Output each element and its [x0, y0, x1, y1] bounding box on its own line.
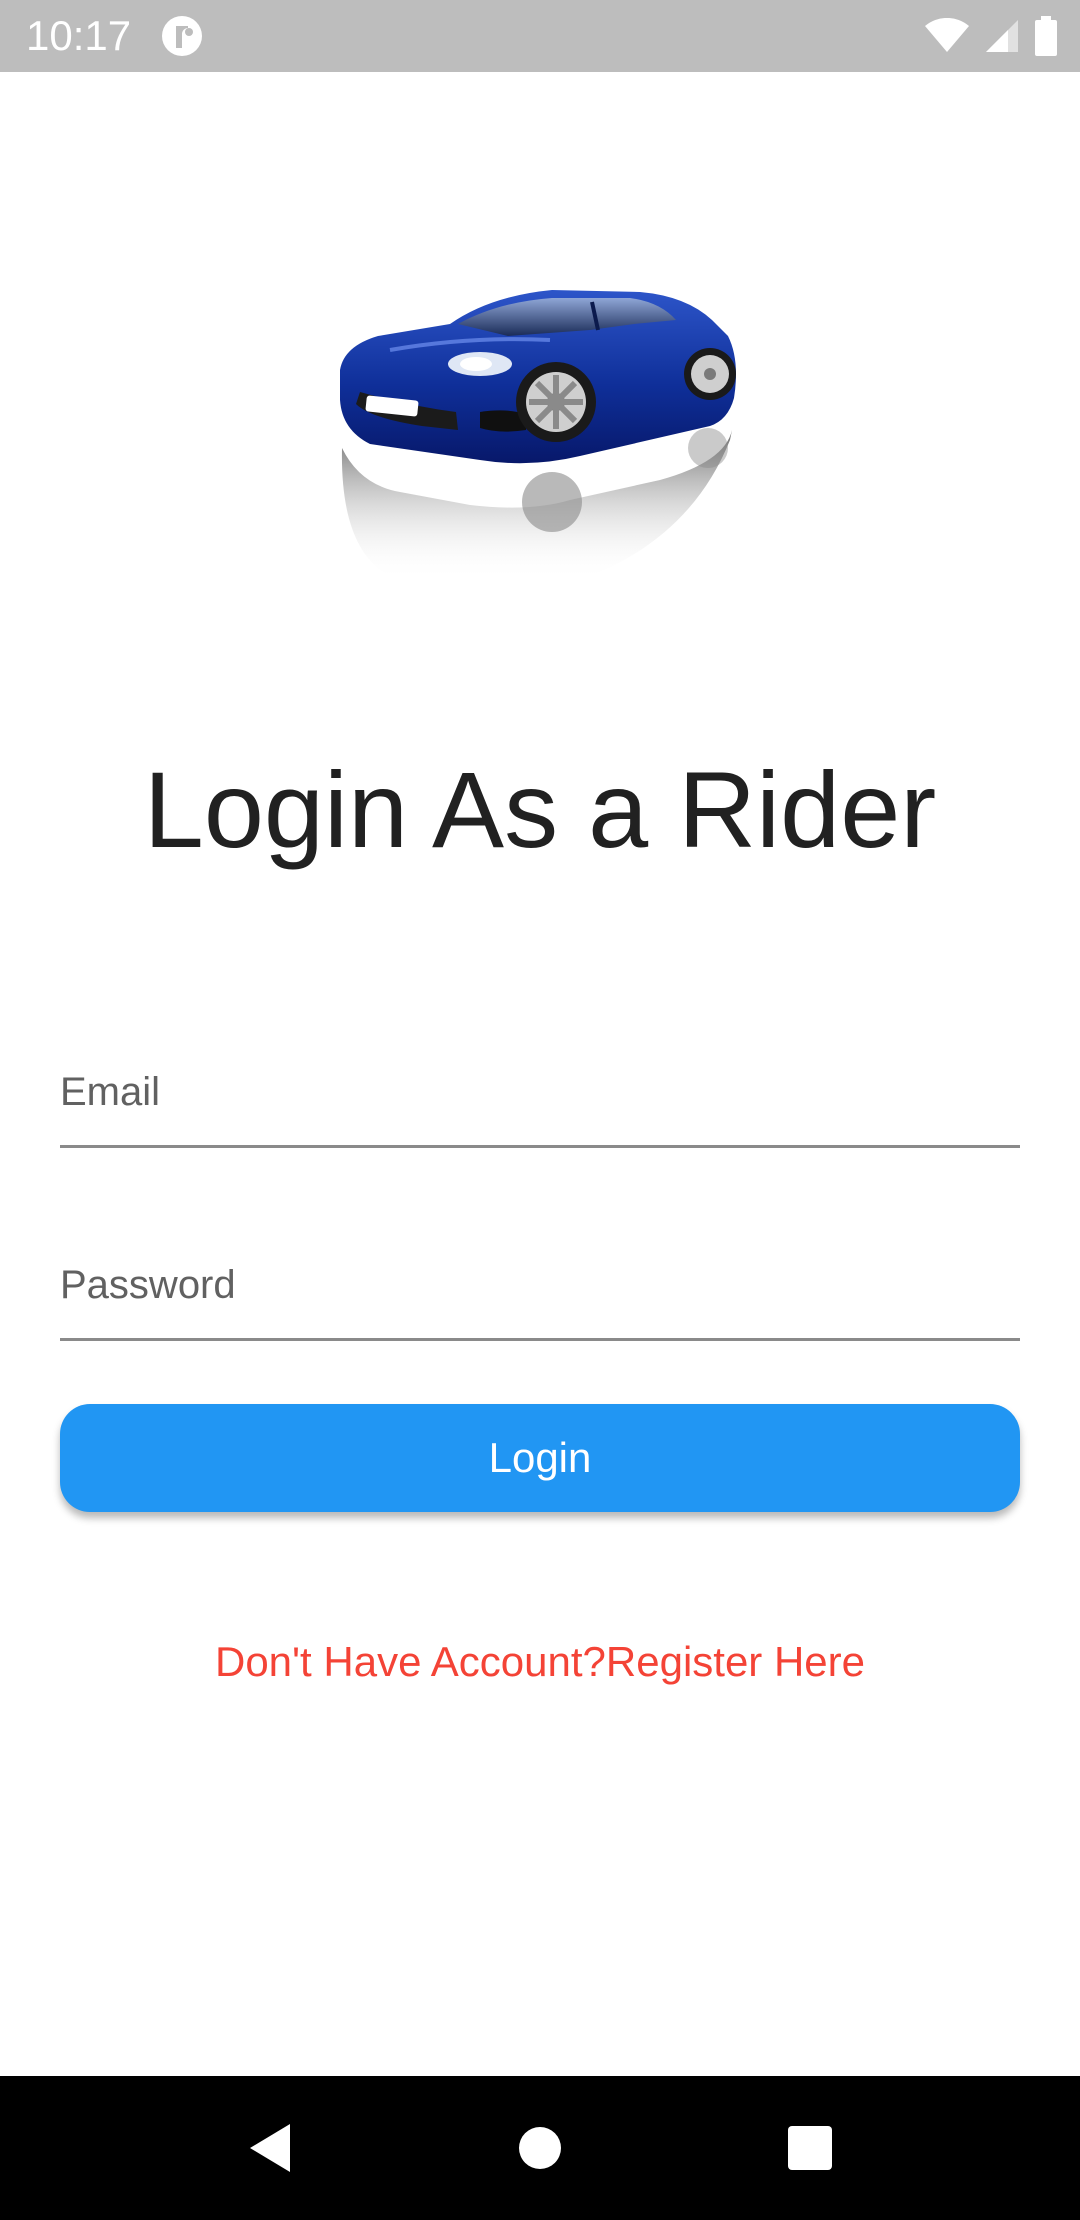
status-bar: 10:17	[0, 0, 1080, 72]
status-icons	[924, 14, 1058, 58]
back-icon	[250, 2124, 290, 2172]
nav-recents-button[interactable]	[774, 2112, 846, 2184]
password-field[interactable]	[60, 1228, 1020, 1341]
password-input[interactable]	[60, 1263, 1020, 1308]
navigation-bar	[0, 2076, 1080, 2220]
notification-app-icon	[162, 16, 202, 56]
register-link[interactable]: Don't Have Account?Register Here	[0, 1636, 1080, 1688]
cellular-signal-icon	[986, 20, 1018, 52]
nav-home-button[interactable]	[504, 2112, 576, 2184]
battery-icon	[1035, 16, 1057, 56]
home-icon	[519, 2127, 561, 2169]
page-title: Login As a Rider	[143, 749, 937, 870]
status-time: 10:17	[26, 12, 132, 59]
car-illustration	[340, 290, 736, 580]
wifi-icon	[925, 18, 969, 52]
email-field[interactable]	[60, 1035, 1020, 1148]
login-button[interactable]: Login	[60, 1404, 1020, 1512]
nav-back-button[interactable]	[234, 2112, 306, 2184]
recents-icon	[788, 2126, 832, 2170]
email-input[interactable]	[60, 1070, 1020, 1115]
login-screen: 10:17 Login As a Rider Email Login Don't…	[0, 0, 1080, 2220]
